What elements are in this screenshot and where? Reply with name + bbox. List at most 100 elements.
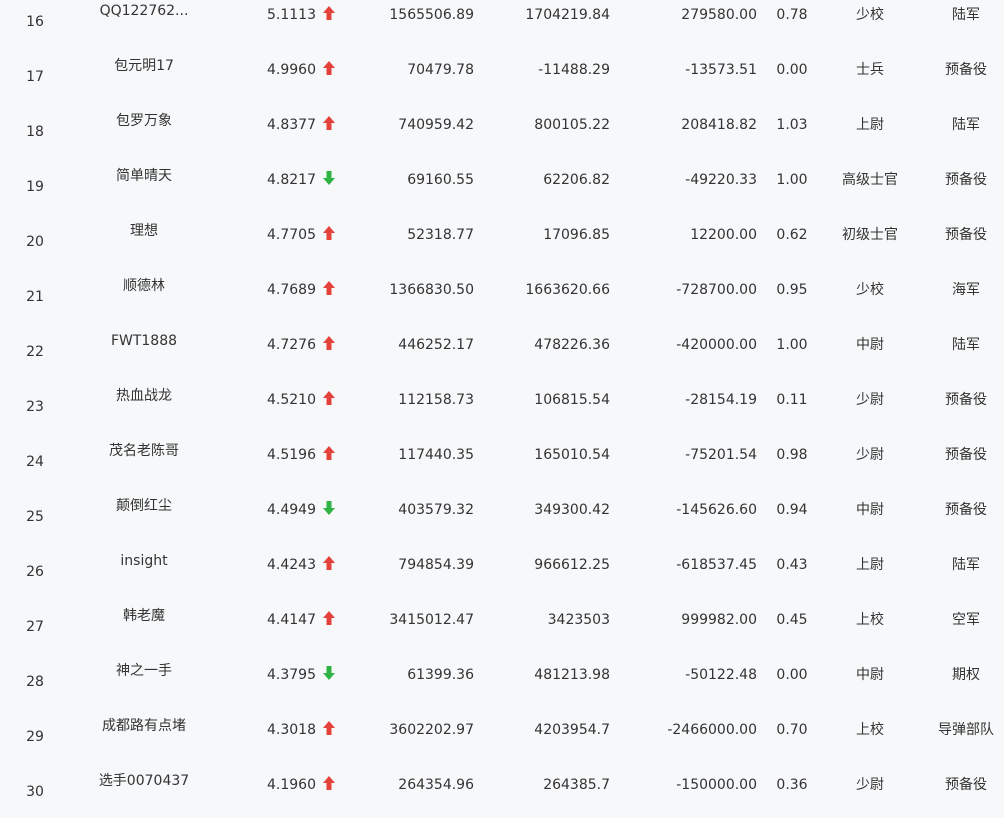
value-col-1: 1366830.50 <box>389 282 474 298</box>
military-branch: 陆军 <box>952 7 980 23</box>
value-col-2: 62206.82 <box>543 172 610 188</box>
rank-number: 29 <box>26 729 44 745</box>
table-row: 26 insight 4.4243 794854.39 966612.25 -618537… <box>0 549 1004 604</box>
player-name: 韩老魔 <box>123 608 165 624</box>
rank-number: 21 <box>26 289 44 305</box>
player-name: FWT1888 <box>110 333 178 349</box>
player-name: insight <box>120 553 168 569</box>
value-col-2: 106815.54 <box>534 392 610 408</box>
value-col-3: -75201.54 <box>685 447 757 463</box>
military-branch: 陆军 <box>952 557 980 573</box>
value-col-2: 481213.98 <box>534 667 610 683</box>
value-col-2: 4203954.7 <box>534 722 610 738</box>
value-col-1: 264354.96 <box>398 777 474 793</box>
value-col-2: 478226.36 <box>534 337 610 353</box>
arrow-up-icon <box>322 60 338 78</box>
score-value: 4.8377 <box>267 117 316 133</box>
ratio-value: 0.00 <box>776 667 808 683</box>
score-value: 4.1960 <box>267 777 316 793</box>
rank-number: 22 <box>26 344 44 360</box>
value-col-1: 3415012.47 <box>389 612 474 628</box>
ratio-value: 1.03 <box>776 117 808 133</box>
value-col-2: 1663620.66 <box>525 282 610 298</box>
table-row: 18 包罗万象 4.8377 740959.42 800105.22 208418.82 1… <box>0 109 1004 164</box>
arrow-up-icon <box>322 720 338 738</box>
player-name: 成都路有点堵 <box>102 718 186 734</box>
value-col-2: 165010.54 <box>534 447 610 463</box>
table-row: 25 颠倒红尘 4.4949 403579.32 349300.42 -145626.60… <box>0 494 1004 549</box>
value-col-3: 208418.82 <box>681 117 757 133</box>
value-col-1: 52318.77 <box>407 227 474 243</box>
value-col-1: 446252.17 <box>398 337 474 353</box>
rank-number: 28 <box>26 674 44 690</box>
arrow-down-icon <box>322 665 338 683</box>
military-rank: 士兵 <box>856 62 884 78</box>
score-value: 4.5196 <box>267 447 316 463</box>
value-col-2: 800105.22 <box>534 117 610 133</box>
value-col-3: -2466000.00 <box>667 722 757 738</box>
value-col-1: 112158.73 <box>398 392 474 408</box>
rank-number: 16 <box>26 14 44 30</box>
value-col-2: 3423503 <box>547 612 610 628</box>
value-col-1: 61399.36 <box>407 667 474 683</box>
table-row: 20 理想 4.7705 52318.77 17096.85 12200.00 0.62 初级… <box>0 219 1004 274</box>
value-col-3: -145626.60 <box>676 502 757 518</box>
ratio-value: 0.70 <box>776 722 808 738</box>
value-col-2: 1704219.84 <box>525 7 610 23</box>
rank-number: 26 <box>26 564 44 580</box>
military-branch: 预备役 <box>945 447 987 463</box>
military-rank: 少尉 <box>856 777 884 793</box>
military-rank: 初级士官 <box>842 227 898 243</box>
military-branch: 预备役 <box>945 777 987 793</box>
ratio-value: 0.62 <box>776 227 808 243</box>
ratio-value: 0.00 <box>776 62 808 78</box>
arrow-up-icon <box>322 5 338 23</box>
value-col-2: 349300.42 <box>534 502 610 518</box>
value-col-3: 999982.00 <box>681 612 757 628</box>
military-branch: 预备役 <box>945 502 987 518</box>
table-row: 22 FWT1888 4.7276 446252.17 478226.36 -420000… <box>0 329 1004 384</box>
score-value: 4.4949 <box>267 502 316 518</box>
value-col-3: -28154.19 <box>685 392 757 408</box>
player-name: 颠倒红尘 <box>116 498 172 514</box>
ratio-value: 0.36 <box>776 777 808 793</box>
arrow-up-icon <box>322 610 338 628</box>
score-value: 4.4147 <box>267 612 316 628</box>
value-col-1: 1565506.89 <box>389 7 474 23</box>
player-name: 简单晴天 <box>116 168 172 184</box>
table-row: 17 包元明17 4.9960 70479.78 -11488.29 -13573.51 0… <box>0 54 1004 109</box>
ratio-value: 1.00 <box>776 172 808 188</box>
value-col-3: -618537.45 <box>676 557 757 573</box>
arrow-down-icon <box>322 500 338 518</box>
military-rank: 中尉 <box>856 502 884 518</box>
arrow-up-icon <box>322 555 338 573</box>
table-row: 19 简单晴天 4.8217 69160.55 62206.82 -49220.33 1.0… <box>0 164 1004 219</box>
ratio-value: 0.43 <box>776 557 808 573</box>
score-value: 4.5210 <box>267 392 316 408</box>
ratio-value: 0.11 <box>776 392 808 408</box>
ratio-value: 0.98 <box>776 447 808 463</box>
value-col-3: -13573.51 <box>685 62 757 78</box>
table-row: 28 神之一手 4.3795 61399.36 481213.98 -50122.48 0.… <box>0 659 1004 714</box>
arrow-up-icon <box>322 225 338 243</box>
table-row: 24 茂名老陈哥 4.5196 117440.35 165010.54 -75201.54… <box>0 439 1004 494</box>
military-rank: 高级士官 <box>842 172 898 188</box>
military-branch: 陆军 <box>952 337 980 353</box>
value-col-1: 117440.35 <box>398 447 474 463</box>
arrow-down-icon <box>322 170 338 188</box>
arrow-up-icon <box>322 115 338 133</box>
arrow-up-icon <box>322 445 338 463</box>
player-name: 顺德林 <box>123 278 165 294</box>
table-row: 30 选手0070437 4.1960 264354.96 264385.7 -15000… <box>0 769 1004 818</box>
score-value: 4.7689 <box>267 282 316 298</box>
ratio-value: 0.45 <box>776 612 808 628</box>
military-rank: 少校 <box>856 282 884 298</box>
player-name: 茂名老陈哥 <box>109 443 179 459</box>
player-name: 神之一手 <box>116 663 172 679</box>
military-branch: 期权 <box>952 667 980 683</box>
arrow-up-icon <box>322 280 338 298</box>
ratio-value: 1.00 <box>776 337 808 353</box>
rank-number: 24 <box>26 454 44 470</box>
arrow-up-icon <box>322 775 338 793</box>
value-col-3: 279580.00 <box>681 7 757 23</box>
